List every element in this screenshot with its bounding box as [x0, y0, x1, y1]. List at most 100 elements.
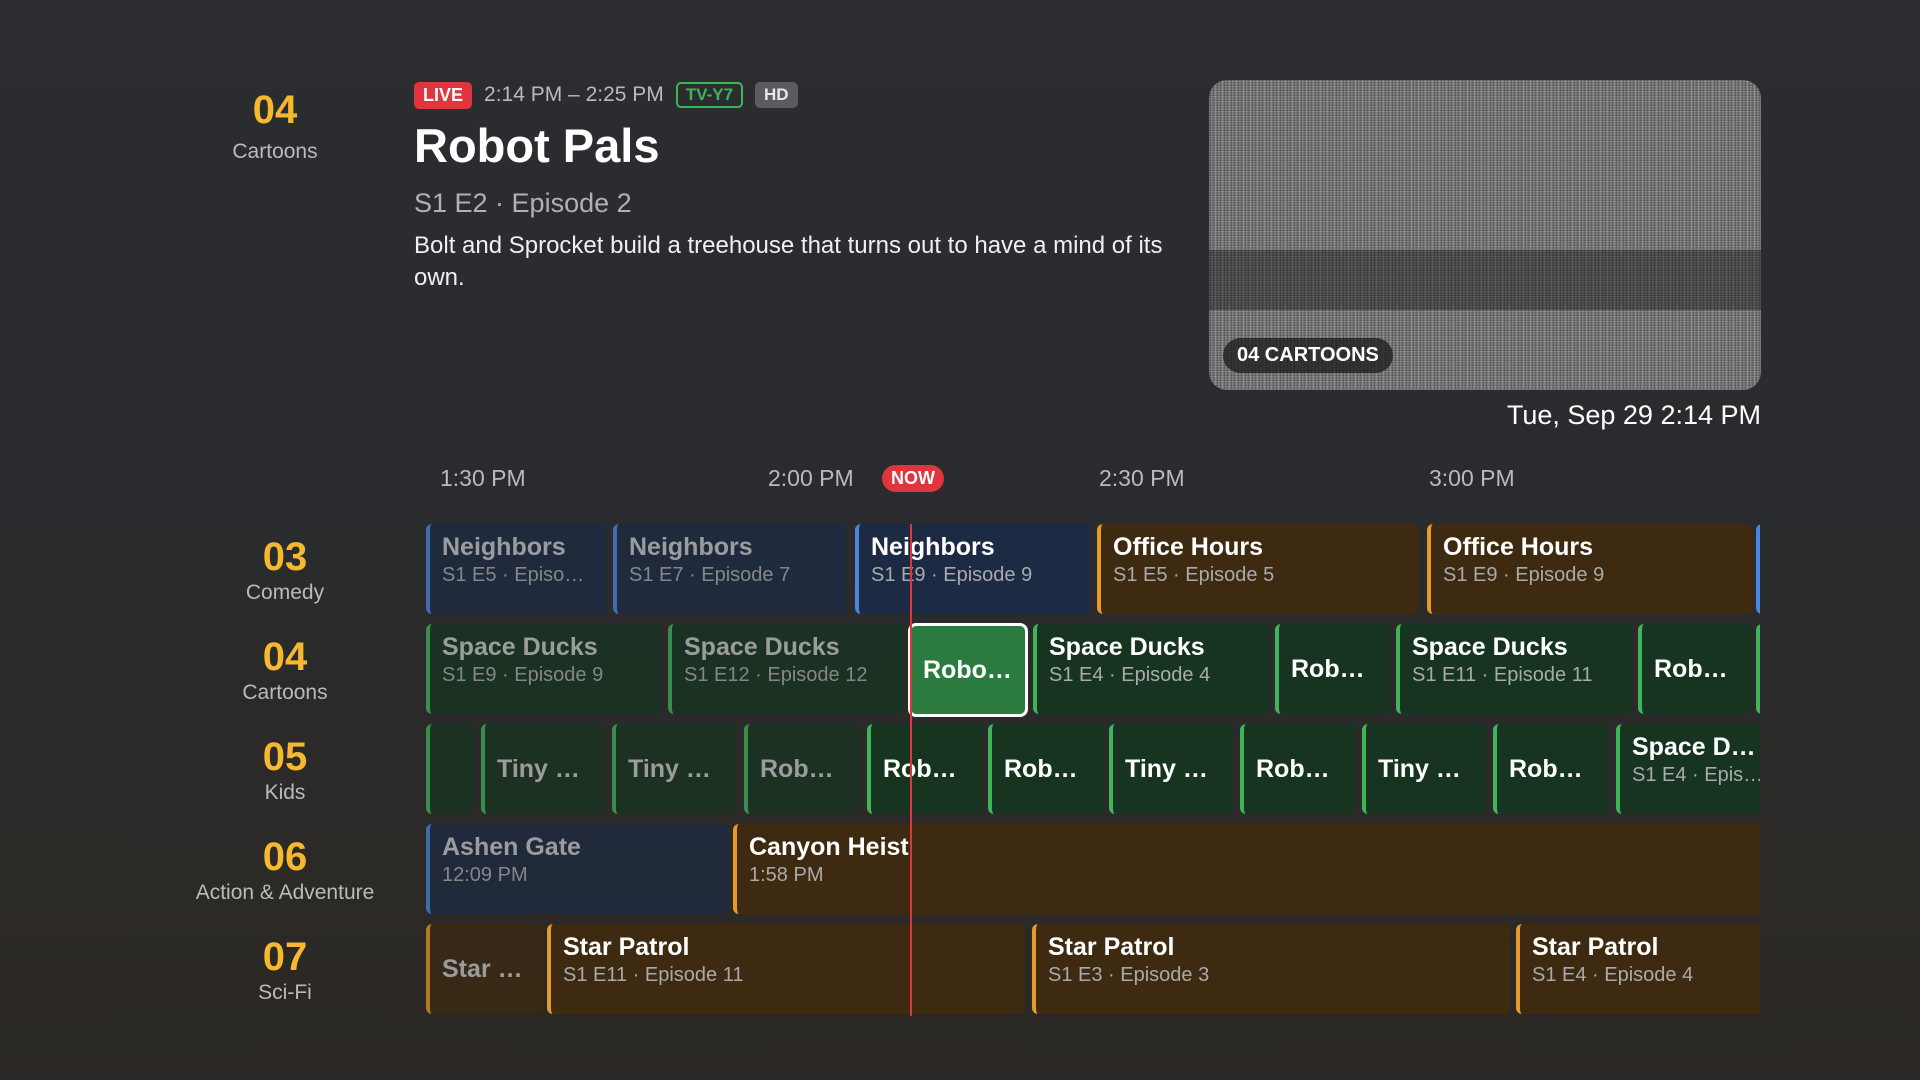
program-cell-subtitle: S1 E11 · Episode 11: [1412, 664, 1593, 686]
program-cell[interactable]: Star Patrol S1 E11 · Episode 11: [547, 924, 1025, 1014]
program-cell-title: Robot Pals: [883, 755, 971, 783]
rating-badge: TV-Y7: [675, 82, 744, 108]
program-cell[interactable]: [426, 724, 474, 814]
program-guide-grid: Neighbors S1 E5 · Episode 5 Neighbors S1…: [426, 524, 1760, 1016]
program-cell-partial[interactable]: [1756, 624, 1760, 714]
channel-number: 05: [262, 735, 308, 779]
program-cell-subtitle: S1 E3 · Episode 3: [1048, 964, 1210, 986]
program-cell-title: Star Patrol: [1532, 933, 1659, 961]
program-cell-subtitle: S1 E11 · Episode 11: [563, 964, 744, 986]
time-tick: 2:00 PM: [768, 465, 854, 491]
program-cell-title: Star Patrol: [563, 933, 690, 961]
program-cell-title: Tiny Trucks: [1378, 755, 1474, 783]
channel-number: 04: [262, 635, 308, 679]
program-cell-title: Star Patrol: [1048, 933, 1175, 961]
program-cell-subtitle: S1 E5 · Episode 5: [442, 564, 594, 586]
program-cell[interactable]: Robot Pals: [867, 724, 983, 814]
program-cell-subtitle: 12:09 PM: [442, 864, 528, 886]
program-cell-title: Neighbors: [442, 533, 566, 561]
program-cell-title: Robot Pals: [923, 656, 1013, 684]
program-cell-subtitle: S1 E5 · Episode 5: [1113, 564, 1275, 586]
program-cell[interactable]: Office Hours S1 E5 · Episode 5: [1097, 524, 1419, 614]
live-preview[interactable]: 04 CARTOONS: [1209, 80, 1761, 390]
program-cell-subtitle: S1 E12 · Episode 12: [684, 664, 868, 686]
program-cell[interactable]: Space Ducks S1 E9 · Episode 9: [426, 624, 661, 714]
program-cell[interactable]: Office Hours S1 E9 · Episode 9: [1427, 524, 1753, 614]
program-cell-title: Tiny Trucks: [628, 755, 724, 783]
time-tick: 2:30 PM: [1099, 465, 1185, 491]
program-time-range: 2:14 PM – 2:25 PM: [484, 83, 664, 106]
program-cell[interactable]: Neighbors S1 E7 · Episode 7: [613, 524, 846, 614]
program-cell-subtitle: S1 E4 · Episode 4: [1632, 764, 1760, 786]
program-cell[interactable]: Space Ducks S1 E12 · Episode 12: [668, 624, 904, 714]
program-cell-subtitle: S1 E7 · Episode 7: [629, 564, 791, 586]
program-cell-title: Office Hours: [1443, 533, 1594, 561]
preview-channel-tag: 04 CARTOONS: [1223, 338, 1393, 373]
channel-row-label[interactable]: 05 Kids: [170, 735, 400, 805]
channel-name: Cartoons: [242, 681, 328, 704]
program-cell[interactable]: Ashen Gate 12:09 PM: [426, 824, 729, 914]
program-cell-title: Space Ducks: [442, 633, 598, 661]
program-cell-title: Robot Pals: [1654, 655, 1740, 683]
channel-row-label[interactable]: 03 Comedy: [170, 535, 400, 605]
program-cell[interactable]: Robot Pals: [1638, 624, 1752, 714]
now-indicator-line: [910, 524, 912, 1016]
program-cell[interactable]: Tiny Trucks: [1109, 724, 1233, 814]
program-cell-title: Neighbors: [871, 533, 995, 561]
program-cell-subtitle: S1 E9 · Episode 9: [1443, 564, 1605, 586]
program-cell[interactable]: Robot Pals: [744, 724, 860, 814]
channel-name: Kids: [264, 781, 306, 804]
program-cell[interactable]: Robot Pals: [988, 724, 1104, 814]
current-channel-number: 04: [252, 88, 298, 132]
now-badge: NOW: [882, 465, 944, 492]
program-cell-title: Space Ducks: [1412, 633, 1568, 661]
time-tick: 1:30 PM: [440, 465, 526, 491]
current-channel-name: Cartoons: [232, 140, 318, 163]
hd-badge: HD: [755, 82, 798, 108]
channel-row-label[interactable]: 04 Cartoons: [170, 635, 400, 705]
channel-row-label[interactable]: 07 Sci-Fi: [170, 935, 400, 1005]
program-cell[interactable]: Robot Pals: [1275, 624, 1391, 714]
program-cell-subtitle: S1 E4 · Episode 4: [1532, 964, 1694, 986]
program-cell-title: Space Ducks: [1049, 633, 1205, 661]
static-noise-band: [1209, 250, 1761, 310]
program-cell[interactable]: Neighbors S1 E9 · Episode 9: [855, 524, 1090, 614]
program-description: Bolt and Sprocket build a treehouse that…: [414, 232, 1163, 291]
program-cell[interactable]: Tiny Trucks: [481, 724, 605, 814]
program-cell-title: Robot Pals: [1291, 655, 1379, 683]
program-cell[interactable]: Star Patrol S1 E3 · Episode 3: [1032, 924, 1510, 1014]
program-cell-partial[interactable]: [1756, 524, 1760, 614]
program-cell[interactable]: Space Ducks S1 E4 · Episode 4: [1616, 724, 1760, 814]
program-cell[interactable]: Neighbors S1 E5 · Episode 5: [426, 524, 606, 614]
program-cell[interactable]: Canyon Heist 1:58 PM: [733, 824, 1760, 914]
channel-name: Action & Adventure: [195, 881, 375, 904]
program-cell[interactable]: Space Ducks S1 E4 · Episode 4: [1033, 624, 1269, 714]
program-cell-title: Ashen Gate: [442, 833, 581, 861]
program-cell[interactable]: Robot Pals: [1240, 724, 1355, 814]
program-cell-title: Robot Pals: [1256, 755, 1343, 783]
program-meta-row: LIVE 2:14 PM – 2:25 PM TV-Y7 HD: [414, 79, 798, 111]
program-cell[interactable]: Space Ducks S1 E11 · Episode 11: [1396, 624, 1632, 714]
program-cell-title: Neighbors: [629, 533, 753, 561]
program-cell[interactable]: Star Patrol S1 E4 · Episode 4: [1516, 924, 1760, 1014]
channel-row-label[interactable]: 06 Action & Adventure: [170, 835, 400, 905]
program-cell[interactable]: Robot Pals: [1493, 724, 1609, 814]
program-cell-subtitle: 1:58 PM: [749, 864, 824, 886]
program-cell[interactable]: Tiny Trucks: [612, 724, 736, 814]
program-cell-title: Canyon Heist: [749, 833, 909, 861]
program-cell-title: Space Ducks: [1632, 733, 1760, 761]
channel-number: 07: [262, 935, 308, 979]
program-cell-subtitle: S1 E9 · Episode 9: [871, 564, 1033, 586]
program-cell-title: Tiny Trucks: [497, 755, 593, 783]
time-tick: 3:00 PM: [1429, 465, 1515, 491]
current-datetime: Tue, Sep 29 2:14 PM: [1506, 400, 1761, 430]
program-cell-selected[interactable]: Robot Pals: [908, 623, 1028, 717]
program-episode: S1 E2 · Episode 2: [414, 188, 632, 218]
program-cell[interactable]: Tiny Trucks: [1362, 724, 1486, 814]
program-cell-title: Robot Pals: [760, 755, 848, 783]
program-cell[interactable]: Star Patrol: [426, 924, 544, 1014]
channel-name: Sci-Fi: [258, 981, 312, 1004]
program-cell-subtitle: S1 E4 · Episode 4: [1049, 664, 1211, 686]
program-cell-title: Tiny Trucks: [1125, 755, 1221, 783]
program-cell-title: Robot Pals: [1509, 755, 1597, 783]
